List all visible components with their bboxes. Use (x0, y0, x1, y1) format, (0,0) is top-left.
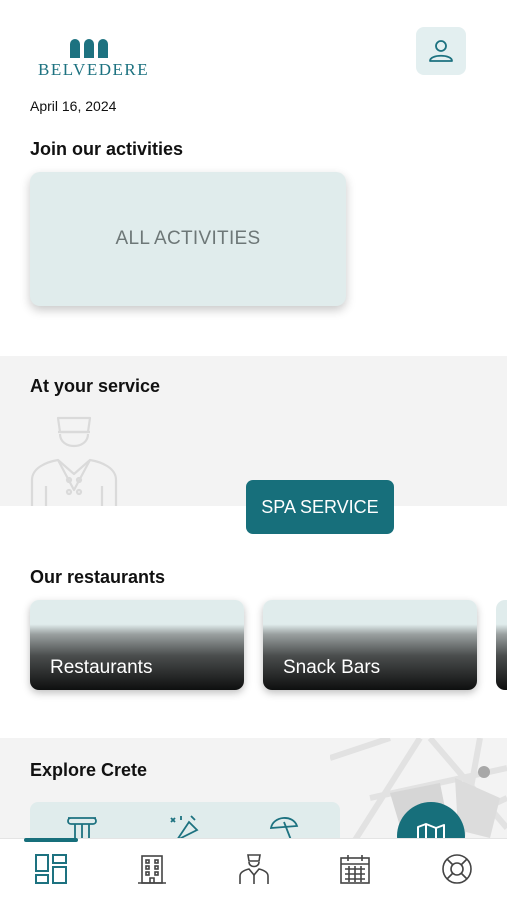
profile-button[interactable] (416, 27, 466, 75)
bellboy-icon (30, 416, 118, 506)
header: BELVEDERE April 16, 2024 (0, 0, 507, 130)
nav-calendar[interactable] (337, 852, 373, 886)
lifebuoy-icon (442, 854, 472, 884)
beach-umbrella-icon[interactable] (267, 814, 301, 840)
snack-bars-card-label: Snack Bars (283, 657, 381, 678)
hotel-icon (138, 855, 166, 884)
restaurants-title: Our restaurants (30, 567, 166, 587)
nav-hotel[interactable] (134, 852, 170, 886)
activities-title: Join our activities (30, 139, 184, 159)
party-icon[interactable] (167, 814, 201, 840)
logo-text: BELVEDERE (38, 60, 150, 79)
column-icon[interactable] (65, 814, 99, 840)
logo-arches-icon (70, 39, 108, 58)
nav-concierge[interactable] (236, 852, 272, 886)
current-date: April 16, 2024 (30, 98, 117, 114)
service-title: At your service (30, 376, 161, 396)
calendar-icon (340, 855, 370, 884)
nav-active-indicator (24, 838, 78, 842)
belvedere-logo: BELVEDERE (38, 36, 150, 86)
user-icon (429, 40, 453, 62)
concierge-icon (239, 854, 269, 884)
explore-title: Explore Crete (30, 760, 148, 780)
nav-help[interactable] (439, 852, 475, 886)
restaurants-card-label: Restaurants (50, 657, 153, 678)
all-activities-card[interactable]: ALL ACTIVITIES (30, 172, 346, 306)
dashboard-icon (35, 854, 67, 884)
snack-bars-card[interactable]: Snack Bars (263, 600, 477, 690)
spa-service-button[interactable]: SPA SERVICE (246, 480, 394, 534)
restaurants-card[interactable]: Restaurants (30, 600, 244, 690)
next-restaurant-card[interactable] (496, 600, 507, 690)
nav-dashboard[interactable] (33, 852, 69, 886)
